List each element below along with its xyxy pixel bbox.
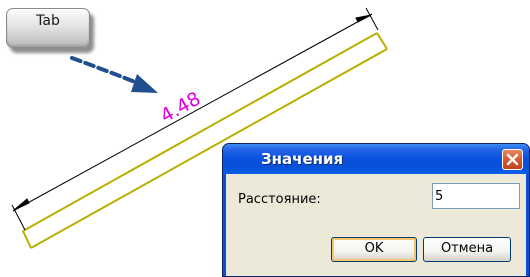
dialog-titlebar[interactable]: Значения — [223, 144, 529, 174]
distance-input[interactable] — [432, 183, 520, 209]
dimension-value: 4.48 — [157, 88, 205, 128]
values-dialog: Значения Расстояние: OK Отмена — [222, 143, 530, 277]
object-right-edge — [376, 32, 388, 50]
dashed-arrow-head — [131, 74, 158, 93]
extension-line-left — [11, 204, 26, 231]
dashed-arrow-shaft — [70, 56, 142, 86]
object-left-edge — [22, 230, 32, 249]
tab-key: Tab — [6, 8, 90, 48]
dialog-title: Значения — [261, 150, 344, 168]
close-icon — [506, 153, 519, 166]
cancel-button[interactable]: Отмена — [423, 237, 511, 262]
dashed-arrow-icon — [70, 56, 158, 93]
dialog-body: Расстояние: OK Отмена — [226, 174, 526, 276]
close-button[interactable] — [502, 149, 523, 170]
extension-line-right — [365, 7, 379, 31]
dimension-arrow-right-icon — [355, 14, 372, 23]
distance-label: Расстояние: — [238, 192, 321, 207]
ok-button[interactable]: OK — [331, 237, 417, 262]
tab-key-label: Tab — [36, 13, 60, 29]
dimension-arrow-left-icon — [13, 198, 30, 211]
